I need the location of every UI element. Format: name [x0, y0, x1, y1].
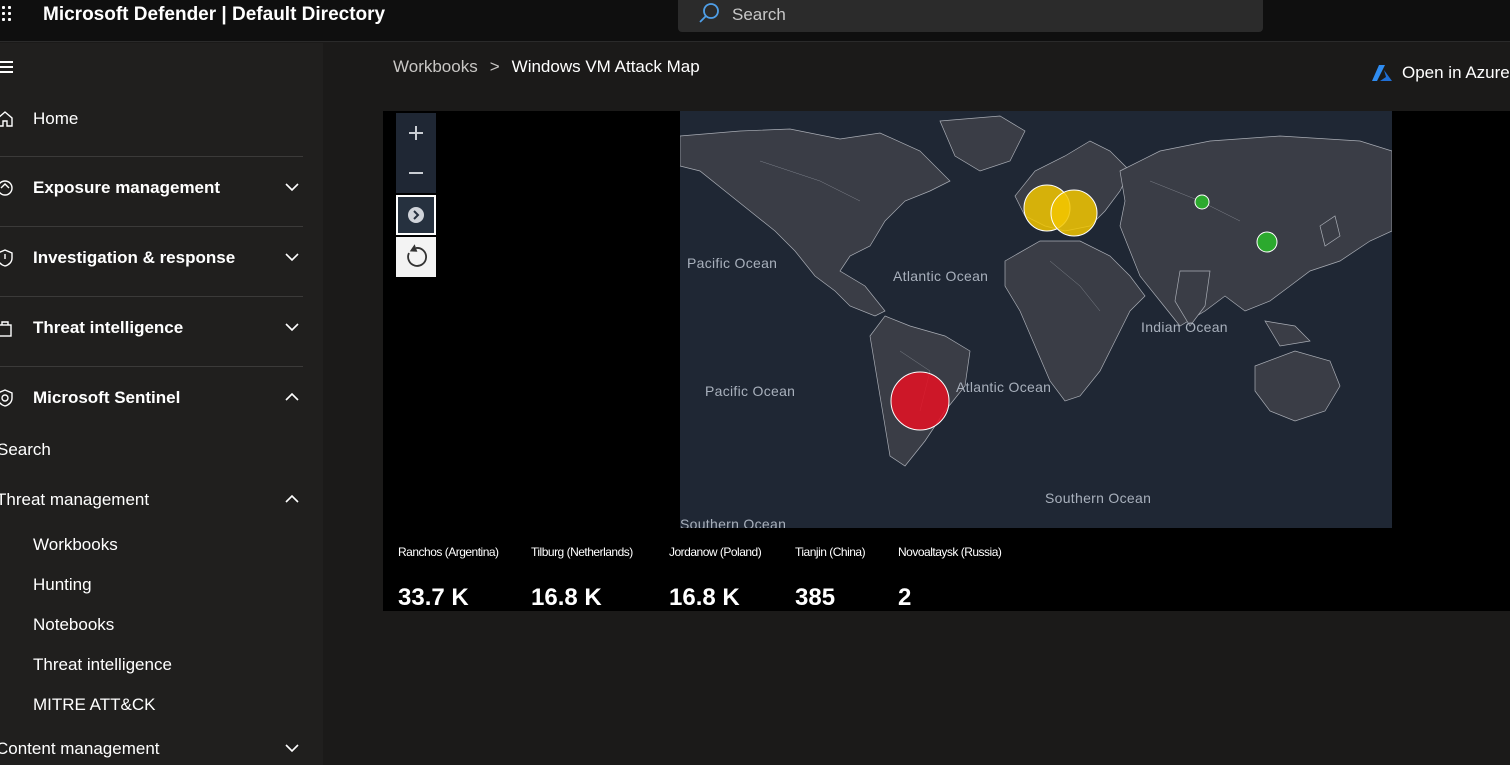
ocean-label: Southern Ocean — [1045, 490, 1152, 506]
divider — [0, 296, 303, 297]
attack-point-tianjin[interactable] — [1256, 231, 1278, 253]
nav-item-investigation-response[interactable]: Investigation & response — [0, 239, 323, 279]
tile-name: Tilburg (Netherlands) — [531, 545, 633, 559]
nav-item-threat-intelligence-sub[interactable]: Threat intelligence — [33, 655, 172, 675]
shield-icon — [0, 249, 13, 267]
nav-item-content-management[interactable]: Content management — [0, 730, 323, 765]
chevron-down-icon[interactable] — [284, 322, 300, 332]
top-bar: Microsoft Defender | Default Directory — [0, 0, 1510, 42]
world-map — [680, 111, 1392, 528]
chevron-right-icon: > — [489, 57, 500, 76]
ocean-label: Pacific Ocean — [687, 255, 778, 271]
tile-value: 16.8 K — [531, 584, 602, 611]
nav-item-label: Threat intelligence — [33, 318, 184, 337]
home-icon — [0, 111, 13, 127]
exposure-icon — [0, 180, 13, 196]
attack-point-ranchos[interactable] — [890, 371, 950, 431]
tile-value: 16.8 K — [669, 584, 740, 611]
sidebar: Home Exposure management Investigation &… — [0, 43, 323, 765]
attack-map[interactable]: Pacific Ocean Atlantic Ocean Pacific Oce… — [680, 111, 1392, 528]
page-title: Windows VM Attack Map — [511, 57, 700, 76]
reset-view-button[interactable] — [396, 237, 436, 277]
divider — [0, 366, 303, 367]
attack-point-jordanow[interactable] — [1050, 189, 1098, 237]
nav-item-home[interactable]: Home — [0, 100, 323, 140]
nav-item-label: Home — [33, 109, 79, 128]
breadcrumb: Workbooks > Windows VM Attack Map — [393, 57, 700, 77]
plus-icon — [409, 126, 423, 140]
nav-item-label: Threat management — [0, 490, 150, 509]
nav-item-mitre-attack[interactable]: MITRE ATT&CK — [33, 695, 155, 715]
main-content: Workbooks > Windows VM Attack Map Open in … — [323, 43, 1510, 765]
chevron-up-icon[interactable] — [284, 494, 300, 504]
divider — [0, 156, 303, 157]
nav-item-microsoft-sentinel[interactable]: Microsoft Sentinel — [0, 379, 323, 419]
tile-name: Ranchos (Argentina) — [398, 545, 499, 559]
nav-item-workbooks[interactable]: Workbooks — [33, 535, 118, 555]
ocean-label: Pacific Ocean — [705, 383, 796, 399]
tile-name: Novoaltaysk (Russia) — [898, 545, 1002, 559]
chevron-down-icon[interactable] — [284, 743, 300, 753]
nav-item-hunting[interactable]: Hunting — [33, 575, 92, 595]
ocean-label: Atlantic Ocean — [956, 379, 1052, 395]
location-tiles: Ranchos (Argentina) 33.7 K Tilburg (Neth… — [383, 528, 1510, 611]
tile-name: Jordanow (Poland) — [669, 545, 762, 559]
tile-value: 385 — [795, 584, 836, 611]
reset-icon — [407, 244, 427, 267]
nav-item-label: Microsoft Sentinel — [33, 388, 181, 407]
chevron-down-icon[interactable] — [284, 182, 300, 192]
app-launcher-icon[interactable] — [0, 6, 14, 26]
compass-icon — [408, 207, 424, 223]
ocean-label: Southern Ocean — [680, 516, 787, 528]
breadcrumb-workbooks[interactable]: Workbooks — [393, 57, 478, 76]
zoom-out-button[interactable] — [396, 153, 436, 193]
azure-icon — [1372, 65, 1392, 81]
global-search[interactable] — [678, 0, 1263, 32]
compass-button[interactable] — [396, 195, 436, 235]
app-title: Microsoft Defender | Default Directory — [43, 4, 386, 25]
chevron-down-icon[interactable] — [284, 252, 300, 262]
zoom-in-button[interactable] — [396, 113, 436, 153]
sentinel-icon — [0, 389, 13, 407]
tile-value: 2 — [898, 584, 912, 611]
search-icon — [699, 3, 719, 23]
minus-icon — [409, 172, 423, 174]
chevron-up-icon[interactable] — [284, 392, 300, 402]
search-input[interactable] — [732, 4, 1232, 26]
nav-item-notebooks[interactable]: Notebooks — [33, 615, 114, 635]
nav-item-threat-intelligence[interactable]: Threat intelligence — [0, 309, 323, 349]
ocean-label: Indian Ocean — [1141, 319, 1228, 335]
nav-item-label: Investigation & response — [33, 248, 236, 267]
nav-item-label: Content management — [0, 739, 160, 758]
tile-value: 33.7 K — [398, 584, 469, 611]
nav-item-label: Exposure management — [33, 178, 221, 197]
hamburger-menu-icon[interactable] — [0, 61, 14, 73]
divider — [0, 226, 303, 227]
nav-item-exposure-management[interactable]: Exposure management — [0, 169, 323, 209]
threat-intel-icon — [0, 321, 12, 337]
workbook-panel: Pacific Ocean Atlantic Ocean Pacific Oce… — [383, 111, 1510, 611]
attack-point-novoaltaysk[interactable] — [1194, 194, 1210, 210]
nav-item-threat-management[interactable]: Threat management — [0, 481, 323, 521]
tile-name: Tianjin (China) — [795, 545, 866, 559]
nav-item-search[interactable]: Search — [0, 440, 51, 460]
ocean-label: Atlantic Ocean — [893, 268, 989, 284]
open-in-azure-label: Open in Azure — [1402, 63, 1510, 82]
